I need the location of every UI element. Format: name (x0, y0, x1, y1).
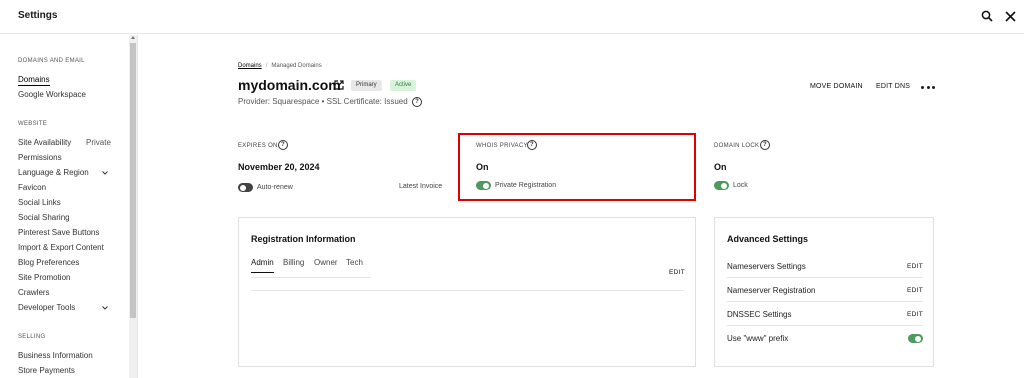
auto-renew-toggle[interactable] (238, 183, 253, 192)
scrollbar-thumb[interactable] (130, 43, 136, 318)
provider-text: Provider: Squarespace • SSL Certificate:… (238, 97, 408, 106)
tab-admin[interactable]: Admin (251, 258, 274, 273)
close-icon[interactable] (1003, 9, 1017, 23)
sidebar-item-import-export[interactable]: Import & Export Content (18, 243, 104, 252)
nameserver-registration-label: Nameserver Registration (727, 286, 816, 295)
auto-renew-label: Auto-renew (257, 184, 293, 191)
list-item: Use "www" prefix (727, 326, 923, 350)
breadcrumb-domains-link[interactable]: Domains (238, 63, 262, 69)
tab-billing[interactable]: Billing (283, 258, 304, 272)
tab-tech[interactable]: Tech (346, 258, 363, 272)
list-item: DNSSEC Settings EDIT (727, 302, 923, 326)
registration-title: Registration Information (251, 234, 356, 244)
status-badge: Active (390, 80, 417, 91)
domain-lock-label-text: DOMAIN LOCK (714, 143, 760, 149)
nameservers-settings-label: Nameservers Settings (727, 262, 806, 271)
sidebar-section-selling: SELLING (18, 334, 46, 340)
lock-toggle[interactable] (714, 181, 729, 190)
help-icon[interactable]: ? (278, 140, 288, 150)
registration-tabs: Admin Billing Owner Tech (251, 258, 371, 278)
sidebar-section-domains-email: DOMAINS AND EMAIL (18, 58, 85, 64)
sidebar-item-developer-tools[interactable]: Developer Tools (18, 303, 75, 312)
highlight-box (458, 133, 696, 201)
expires-label: EXPIRES ON ? (238, 140, 288, 150)
search-icon[interactable] (980, 9, 994, 23)
sidebar-item-google-workspace[interactable]: Google Workspace (18, 90, 86, 99)
tab-owner[interactable]: Owner (314, 258, 338, 272)
chevron-down-icon[interactable] (101, 169, 109, 177)
dnssec-settings-label: DNSSEC Settings (727, 310, 792, 319)
sidebar-item-site-promotion[interactable]: Site Promotion (18, 273, 70, 282)
lock-label: Lock (733, 182, 748, 189)
sidebar-item-favicon[interactable]: Favicon (18, 183, 46, 192)
domain-lock-label: DOMAIN LOCK ? (714, 140, 770, 150)
sidebar-item-social-sharing[interactable]: Social Sharing (18, 213, 70, 222)
more-options-icon[interactable] (921, 86, 935, 90)
help-icon[interactable]: ? (412, 97, 422, 107)
page-title: Settings (18, 10, 58, 21)
nameservers-settings-edit-button[interactable]: EDIT (907, 263, 923, 270)
sidebar-item-store-payments[interactable]: Store Payments (18, 366, 75, 375)
sidebar: DOMAINS AND EMAIL Domains Google Workspa… (0, 35, 138, 378)
expires-value: November 20, 2024 (238, 162, 320, 172)
sidebar-item-social-links[interactable]: Social Links (18, 198, 61, 207)
breadcrumb: Domains / Managed Domains (238, 63, 322, 69)
list-item: Nameservers Settings EDIT (727, 254, 923, 278)
edit-dns-button[interactable]: EDIT DNS (876, 83, 910, 90)
sidebar-item-domains[interactable]: Domains (18, 75, 50, 86)
sidebar-item-blog-preferences[interactable]: Blog Preferences (18, 258, 79, 267)
external-link-icon[interactable] (334, 80, 344, 90)
sidebar-item-site-availability[interactable]: Site Availability (18, 138, 71, 147)
scroll-up-arrow-icon[interactable] (131, 36, 135, 39)
domain-name: mydomain.com (238, 77, 341, 93)
advanced-settings-card: Advanced Settings Nameservers Settings E… (714, 217, 934, 367)
top-bar: Settings (0, 0, 1024, 34)
divider (251, 290, 684, 291)
nameserver-registration-edit-button[interactable]: EDIT (907, 287, 923, 294)
sidebar-section-website: WEBSITE (18, 121, 48, 127)
breadcrumb-current: Managed Domains (271, 63, 322, 69)
sidebar-item-label: Domains (18, 75, 50, 86)
primary-badge: Primary (351, 80, 382, 91)
www-prefix-toggle[interactable] (908, 334, 923, 343)
sidebar-item-permissions[interactable]: Permissions (18, 153, 62, 162)
registration-edit-button[interactable]: EDIT (669, 269, 685, 276)
expires-label-text: EXPIRES ON (238, 143, 278, 149)
sidebar-item-business-information[interactable]: Business Information (18, 351, 93, 360)
advanced-settings-title: Advanced Settings (727, 234, 809, 244)
sidebar-item-language-region[interactable]: Language & Region (18, 168, 89, 177)
chevron-down-icon[interactable] (101, 304, 109, 312)
provider-info: Provider: Squarespace • SSL Certificate:… (238, 97, 422, 107)
dnssec-settings-edit-button[interactable]: EDIT (907, 311, 923, 318)
latest-invoice-link[interactable]: Latest Invoice (399, 183, 442, 190)
domain-lock-value: On (714, 162, 727, 172)
sidebar-item-pinterest-save-buttons[interactable]: Pinterest Save Buttons (18, 228, 99, 237)
sidebar-item-crawlers[interactable]: Crawlers (18, 288, 50, 297)
www-prefix-label: Use "www" prefix (727, 334, 789, 343)
list-item: Nameserver Registration EDIT (727, 278, 923, 302)
sidebar-scrollbar[interactable] (129, 35, 137, 378)
registration-card: Registration Information Admin Billing O… (238, 217, 696, 367)
site-availability-status: Private (86, 138, 111, 147)
help-icon[interactable]: ? (760, 140, 770, 150)
move-domain-button[interactable]: MOVE DOMAIN (810, 83, 863, 90)
